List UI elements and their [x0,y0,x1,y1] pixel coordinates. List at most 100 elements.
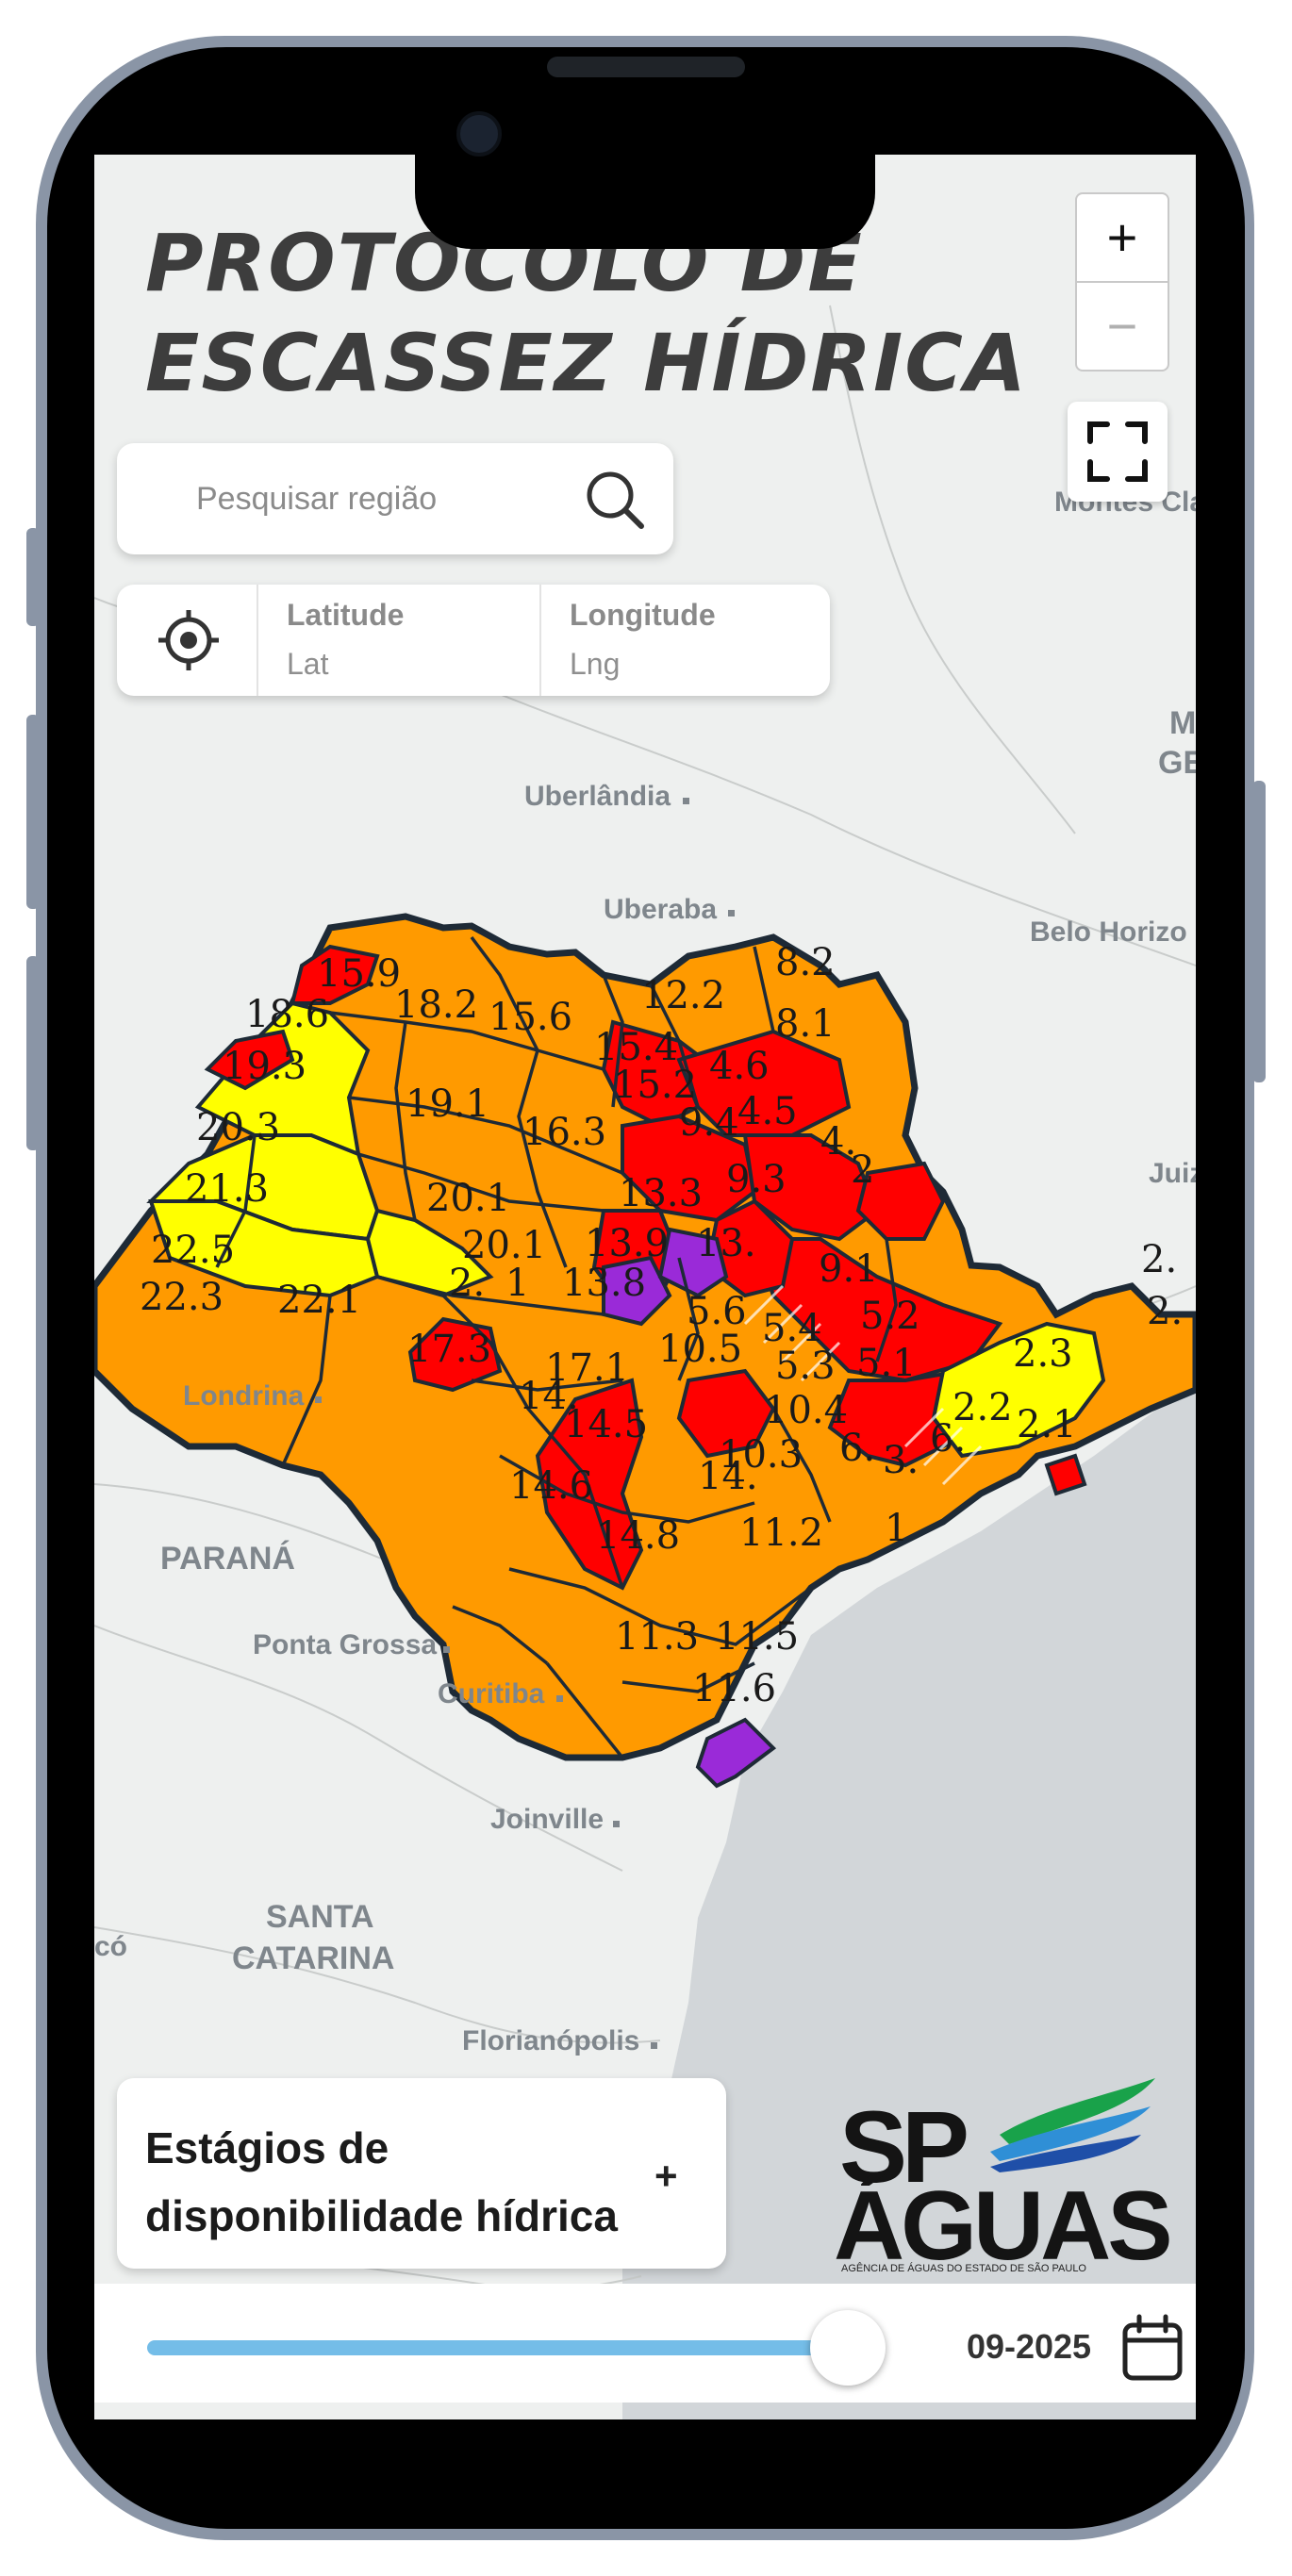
selected-date: 09-2025 [966,2327,1092,2366]
city-label-londrina: Londrina [183,1380,305,1412]
region-label: 5.3 [775,1345,836,1388]
timeline-track[interactable] [147,2340,848,2355]
phone-volume-up [26,715,40,909]
fullscreen-icon [1087,421,1148,482]
region-label: 18.2 [394,983,478,1027]
region-label: 3. [883,1439,919,1482]
region-label: 21.3 [185,1167,269,1211]
region-label: 2.1 [1017,1403,1077,1446]
city-label-uberlandia: Uberlândia [524,781,671,812]
city-dot [556,1695,563,1702]
region-label: 6. [930,1417,966,1461]
legend-title: Estágios de disponibilidade hídrica [145,2123,618,2240]
divider [257,585,258,696]
phone-speaker [547,57,745,77]
divider [539,585,541,696]
region-label: 22.3 [140,1276,224,1319]
region-label: 16.3 [522,1111,606,1154]
region-label: 2. [1141,1238,1177,1281]
search-input[interactable]: Pesquisar região [196,481,437,518]
page-title-line-2: ESCASSEZ HÍDRICA [145,317,1028,409]
city-label-partial: có [94,1931,127,1962]
longitude-field[interactable]: Lng [570,647,620,682]
region-label: 11.3 [615,1615,699,1659]
region-label: 9.1 [819,1247,879,1291]
zoom-out-button[interactable]: − [1077,283,1168,370]
region-label: 19.3 [223,1045,306,1088]
city-label-juiz: Juiz [1149,1158,1196,1189]
region-label: 8.2 [775,941,836,984]
region-label: 11.2 [739,1511,823,1555]
calendar-icon[interactable] [1120,2314,1184,2382]
region-label: 8.1 [775,1002,836,1046]
city-dot [728,910,735,916]
state-label-mg: M [1169,705,1196,741]
city-dot [443,1646,450,1653]
region-label: 2. [449,1262,485,1305]
city-label-curitiba: Curitiba [438,1678,545,1709]
city-label-florianopolis: Florianópolis [462,2025,639,2056]
legend-expand-button[interactable]: + [654,2154,678,2199]
region-label: 13. [696,1222,756,1265]
region-label: 17.3 [407,1328,491,1371]
sp-aguas-logo: SP ÁGUAS AGÊNCIA DE ÁGUAS DO ESTADO DE S… [834,2069,1173,2281]
phone-volume-down [26,956,40,1150]
legend-panel[interactable]: Estágios de disponibilidade hídrica + [117,2078,726,2269]
app-screen: 15.9 8.2 18.6 18.2 15.6 12.2 8.1 19.3 1 5… [94,155,1196,2419]
region-label: 11.6 [692,1667,776,1710]
region-label: 2. [1147,1290,1183,1333]
timeline-slider-handle[interactable] [809,2310,886,2386]
zoom-in-button[interactable]: + [1077,194,1168,281]
state-label-parana: PARANÁ [160,1541,295,1577]
region-label: 22.5 [151,1229,235,1272]
logo-waves [990,2078,1155,2172]
city-label-ponta-grossa: Ponta Grossa [253,1629,437,1660]
city-dot [613,1821,620,1827]
region-label: 15.9 [317,952,401,996]
latitude-label: Latitude [287,598,405,632]
latitude-field[interactable]: Lat [287,647,328,682]
coordinate-input: Latitude Lat Longitude Lng [117,585,830,696]
region-label: 2.3 [1013,1332,1073,1376]
logo-tagline: AGÊNCIA DE ÁGUAS DO ESTADO DE SÃO PAULO [841,2263,1086,2274]
region-label: 1 [505,1262,529,1305]
region-label: 11.5 [715,1615,799,1659]
region-label: 19.1 [406,1082,489,1126]
state-label-mg-2: GE [1158,745,1196,781]
region-alert-15 [1044,1453,1087,1496]
region-label: 10.4 [764,1389,848,1432]
region-label: 12.2 [641,974,725,1017]
region-label: 14.6 [509,1464,593,1508]
zoom-control: + − [1075,192,1169,372]
region-label: 15.6 [489,996,572,1039]
search-box[interactable]: Pesquisar região [117,443,673,554]
longitude-label: Longitude [570,598,716,632]
region-label: 4.6 [709,1045,770,1088]
region-label: 5.2 [860,1295,920,1338]
phone-silent-switch [26,528,40,626]
region-label: 14. [698,1455,758,1498]
city-label-joinville: Joinville [490,1804,604,1835]
region-label: 9.4 [679,1101,739,1145]
region-label: 13.8 [562,1262,646,1305]
city-dot [683,798,689,804]
region-label: 10.5 [658,1328,742,1371]
crosshair-icon[interactable] [155,606,223,674]
state-label-santa-catarina-2: CATARINA [232,1940,395,1976]
phone-camera [456,111,502,157]
fullscreen-button[interactable] [1068,402,1168,502]
region-label: 18.6 [245,993,329,1036]
city-label-uberaba: Uberaba [604,894,717,925]
city-dot [651,2042,657,2049]
region-label: 6. [839,1427,875,1470]
region-label: 14.5 [564,1403,648,1446]
region-label: 14.8 [596,1514,680,1558]
region-label: 22.1 [277,1279,361,1322]
region-label: 1 [885,1507,908,1550]
region-label: 5.1 [856,1342,917,1385]
region-label: 4.5 [737,1090,798,1133]
search-icon[interactable] [583,468,647,532]
region-label: 20.1 [426,1177,510,1220]
region-label: 13.3 [619,1172,703,1215]
city-dot [315,1396,322,1403]
